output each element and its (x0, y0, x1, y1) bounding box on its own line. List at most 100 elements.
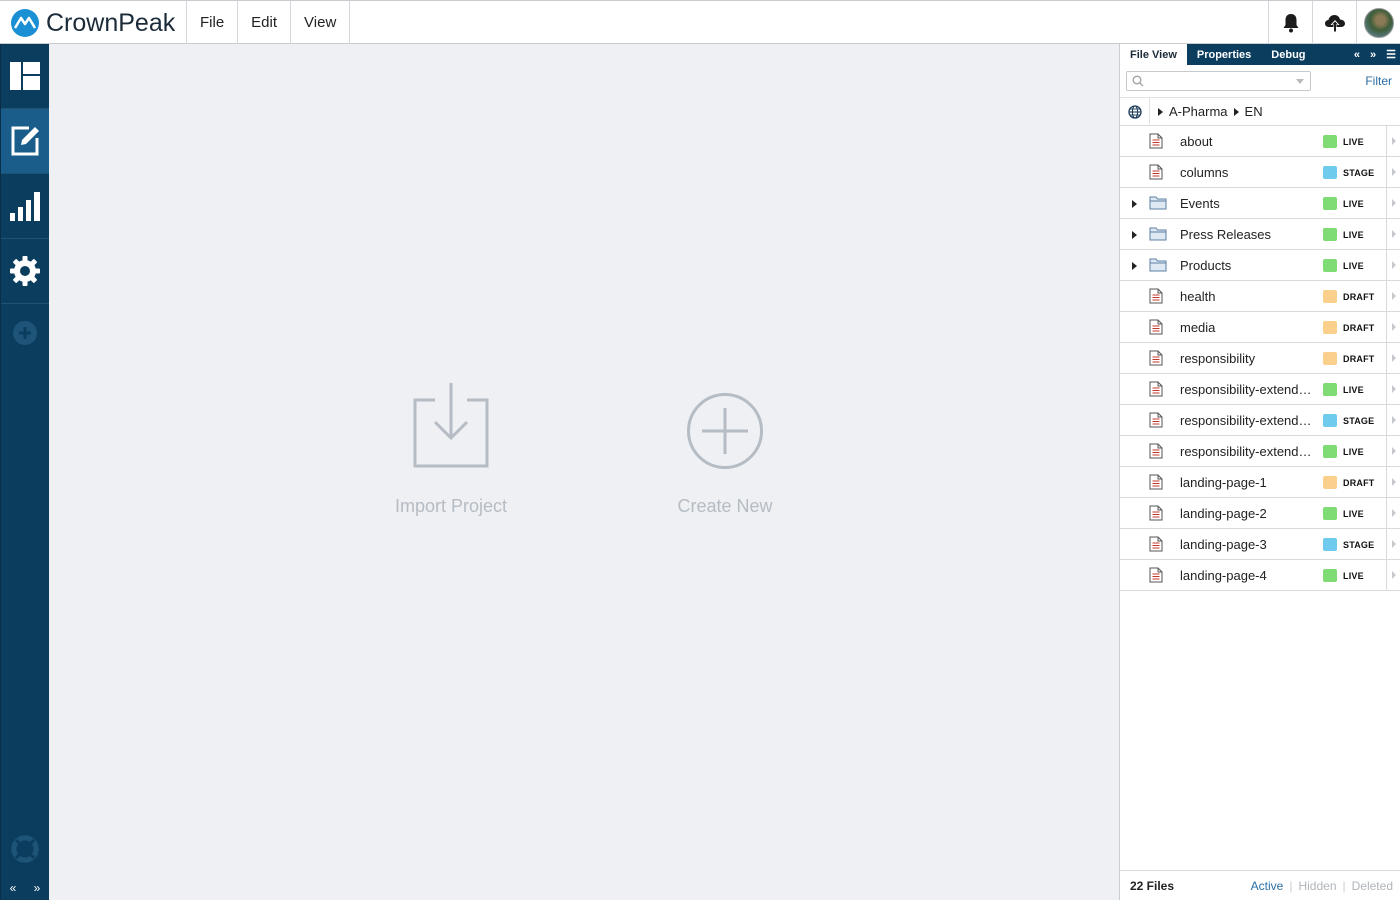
site-root-button[interactable] (1120, 97, 1150, 126)
row-details-arrow-icon[interactable] (1386, 343, 1400, 373)
breadcrumb-trail: A-Pharma EN (1158, 104, 1263, 119)
file-name[interactable]: Events (1180, 196, 1315, 211)
file-name[interactable]: landing-page-2 (1180, 506, 1315, 521)
file-name[interactable]: responsibility-extend-2… (1180, 413, 1315, 428)
file-row[interactable]: health DRAFT (1120, 281, 1400, 312)
file-row[interactable]: landing-page-1 DRAFT (1120, 467, 1400, 498)
file-row[interactable]: responsibility-extend-2… STAGE (1120, 405, 1400, 436)
nav-dashboard[interactable] (1, 44, 49, 109)
document-icon (1149, 505, 1163, 524)
tab-properties[interactable]: Properties (1187, 44, 1261, 65)
status-badge: DRAFT (1343, 292, 1375, 302)
expand-folder-icon[interactable] (1132, 262, 1137, 270)
row-details-arrow-icon[interactable] (1386, 157, 1400, 187)
search-input[interactable] (1147, 73, 1287, 89)
status-badge: LIVE (1343, 447, 1364, 457)
search-box[interactable] (1126, 71, 1311, 91)
file-row[interactable]: Press Releases LIVE (1120, 219, 1400, 250)
file-name[interactable]: landing-page-3 (1180, 537, 1315, 552)
row-details-arrow-icon[interactable] (1386, 560, 1400, 590)
create-new-icon (687, 393, 763, 469)
breadcrumb-item[interactable]: EN (1245, 104, 1263, 119)
file-row[interactable]: media DRAFT (1120, 312, 1400, 343)
file-row[interactable]: landing-page-3 STAGE (1120, 529, 1400, 560)
expand-folder-icon[interactable] (1132, 231, 1137, 239)
file-name[interactable]: landing-page-4 (1180, 568, 1315, 583)
status-color-swatch (1323, 445, 1337, 458)
visibility-filters: Active | Hidden | Deleted (1250, 878, 1393, 893)
filter-active[interactable]: Active (1251, 879, 1284, 893)
row-details-arrow-icon[interactable] (1386, 436, 1400, 466)
collapse-panel-icon[interactable]: « (1354, 49, 1360, 61)
user-menu-button[interactable] (1356, 1, 1400, 44)
status-badge: LIVE (1343, 137, 1364, 147)
search-dropdown-icon[interactable] (1296, 79, 1304, 84)
file-row[interactable]: responsibility-extend-1… LIVE (1120, 374, 1400, 405)
collapse-left-icon[interactable]: « (10, 881, 17, 895)
notifications-button[interactable] (1268, 1, 1312, 44)
tab-file-view[interactable]: File View (1120, 44, 1187, 65)
status-color-swatch (1323, 259, 1337, 272)
file-row[interactable]: about LIVE (1120, 126, 1400, 157)
create-new-action[interactable]: Create New (663, 392, 787, 517)
file-name[interactable]: Products (1180, 258, 1315, 273)
breadcrumb-item[interactable]: A-Pharma (1169, 104, 1228, 119)
import-project-action[interactable]: Import Project (380, 382, 522, 517)
expand-folder-icon[interactable] (1132, 200, 1137, 208)
file-name[interactable]: Press Releases (1180, 227, 1315, 242)
row-details-arrow-icon[interactable] (1386, 281, 1400, 311)
help-button[interactable] (11, 835, 39, 868)
filter-link[interactable]: Filter (1365, 74, 1392, 88)
file-name[interactable]: responsibility-extend-1… (1180, 382, 1315, 397)
status-color-swatch (1323, 197, 1337, 210)
file-name[interactable]: about (1180, 134, 1315, 149)
menu-file[interactable]: File (186, 1, 237, 44)
row-details-arrow-icon[interactable] (1386, 188, 1400, 218)
file-row[interactable]: responsibility DRAFT (1120, 343, 1400, 374)
row-details-arrow-icon[interactable] (1386, 529, 1400, 559)
brand-name: CrownPeak (46, 8, 176, 37)
nav-add[interactable] (1, 304, 49, 362)
nav-edit[interactable] (1, 109, 49, 174)
filter-deleted[interactable]: Deleted (1352, 879, 1393, 893)
tab-debug[interactable]: Debug (1261, 44, 1315, 65)
row-details-arrow-icon[interactable] (1386, 374, 1400, 404)
search-icon (1132, 75, 1144, 87)
file-count: 22 Files (1130, 878, 1175, 893)
status-badge: LIVE (1343, 199, 1364, 209)
top-bar: CrownPeak File Edit View (0, 0, 1400, 44)
main-workspace: Import Project Create New (49, 44, 1119, 900)
folder-icon (1149, 257, 1167, 275)
file-view-panel: File View Properties Debug « » ☰ Filter (1119, 44, 1400, 900)
brand-logo[interactable]: CrownPeak (10, 5, 175, 41)
file-row[interactable]: landing-page-4 LIVE (1120, 560, 1400, 591)
file-name[interactable]: responsibility (1180, 351, 1315, 366)
file-name[interactable]: columns (1180, 165, 1315, 180)
publish-button[interactable] (1312, 1, 1356, 44)
file-row[interactable]: responsibility-extend-3… LIVE (1120, 436, 1400, 467)
status-badge: DRAFT (1343, 478, 1375, 488)
expand-panel-icon[interactable]: » (1370, 49, 1376, 61)
file-name[interactable]: responsibility-extend-3… (1180, 444, 1315, 459)
menu-edit[interactable]: Edit (237, 1, 290, 44)
file-name[interactable]: landing-page-1 (1180, 475, 1315, 490)
file-row[interactable]: landing-page-2 LIVE (1120, 498, 1400, 529)
row-details-arrow-icon[interactable] (1386, 312, 1400, 342)
nav-settings[interactable] (1, 239, 49, 304)
row-details-arrow-icon[interactable] (1386, 126, 1400, 156)
nav-reports[interactable] (1, 174, 49, 239)
expand-right-icon[interactable]: » (34, 881, 41, 895)
file-row[interactable]: columns STAGE (1120, 157, 1400, 188)
row-details-arrow-icon[interactable] (1386, 250, 1400, 280)
panel-menu-icon[interactable]: ☰ (1386, 48, 1396, 61)
file-name[interactable]: health (1180, 289, 1315, 304)
row-details-arrow-icon[interactable] (1386, 219, 1400, 249)
menu-view[interactable]: View (290, 1, 351, 44)
file-row[interactable]: Events LIVE (1120, 188, 1400, 219)
file-name[interactable]: media (1180, 320, 1315, 335)
file-row[interactable]: Products LIVE (1120, 250, 1400, 281)
row-details-arrow-icon[interactable] (1386, 498, 1400, 528)
row-details-arrow-icon[interactable] (1386, 405, 1400, 435)
row-details-arrow-icon[interactable] (1386, 467, 1400, 497)
filter-hidden[interactable]: Hidden (1298, 879, 1336, 893)
